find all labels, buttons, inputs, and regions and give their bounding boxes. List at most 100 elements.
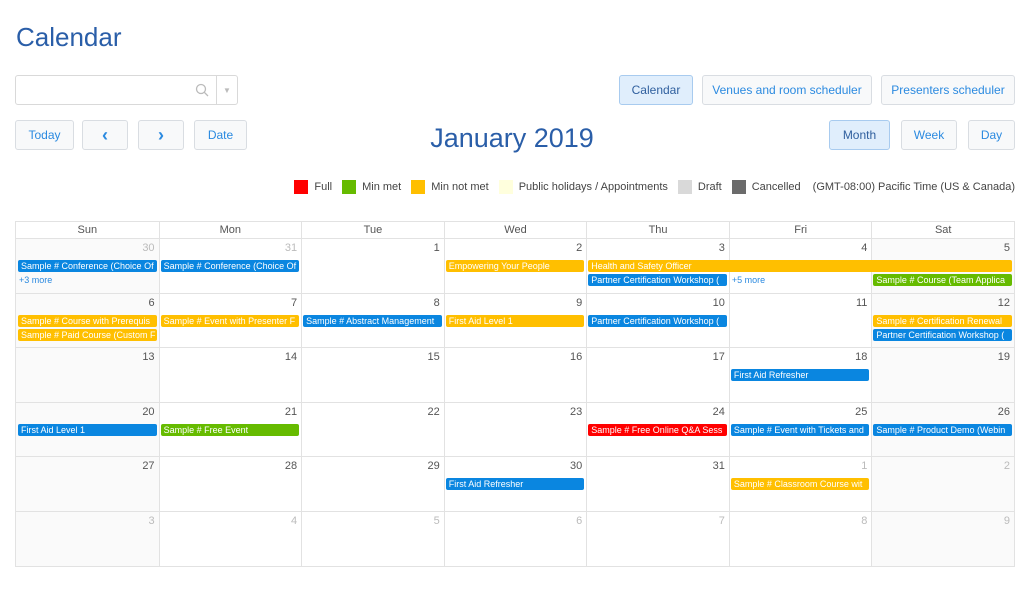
day-number[interactable]: 30 — [142, 242, 154, 254]
day-number[interactable]: 13 — [142, 351, 154, 363]
day-number[interactable]: 4 — [861, 242, 867, 254]
calendar-event[interactable]: Empowering Your People — [445, 260, 585, 272]
day-view-button[interactable]: Day — [968, 120, 1015, 150]
day-number[interactable]: 17 — [713, 351, 725, 363]
day-cell[interactable]: 13 — [16, 348, 159, 402]
day-number[interactable]: 8 — [434, 297, 440, 309]
day-cell[interactable]: 11 — [728, 293, 872, 347]
day-cell[interactable]: 6 — [443, 511, 587, 566]
day-number[interactable]: 20 — [142, 406, 154, 418]
day-number[interactable]: 1 — [861, 460, 867, 472]
day-number[interactable]: 6 — [148, 297, 154, 309]
calendar-event[interactable]: Sample # Classroom Course wit — [730, 478, 870, 490]
calendar-event[interactable]: Sample # Event with Tickets and — [730, 423, 870, 436]
day-cell[interactable]: 19 — [871, 348, 1014, 402]
day-cell[interactable]: 22 — [301, 402, 444, 456]
day-number[interactable]: 12 — [998, 297, 1010, 309]
day-cell[interactable]: 8 — [728, 511, 872, 566]
day-number[interactable]: 31 — [285, 242, 297, 254]
calendar-event[interactable]: Sample # Paid Course (Custom F — [18, 328, 157, 341]
day-number[interactable]: 29 — [427, 460, 439, 472]
calendar-event[interactable]: Sample # Free Online Q&A Sess — [588, 423, 727, 436]
day-number[interactable]: 5 — [434, 515, 440, 527]
date-picker-button[interactable]: Date — [194, 120, 247, 150]
day-number[interactable]: 22 — [427, 406, 439, 418]
day-cell[interactable]: 28 — [158, 457, 302, 511]
calendar-event[interactable]: Sample # Abstract Management — [303, 314, 442, 327]
day-cell[interactable]: 2 — [871, 457, 1014, 511]
day-number[interactable]: 3 — [719, 242, 725, 254]
day-number[interactable]: 7 — [291, 297, 297, 309]
day-number[interactable]: 7 — [719, 515, 725, 527]
calendar-event[interactable]: Sample # Course (Team Applica — [873, 274, 1012, 286]
day-cell[interactable]: 27 — [16, 457, 159, 511]
day-cell[interactable]: 29 — [301, 457, 444, 511]
calendar-event[interactable]: First Aid Refresher — [730, 369, 870, 381]
more-events-link[interactable]: +3 more — [19, 275, 52, 285]
day-number[interactable]: 18 — [855, 351, 867, 363]
day-cell[interactable]: 4 — [158, 511, 302, 566]
next-month-button[interactable]: › — [138, 120, 184, 150]
calendar-event[interactable]: Sample # Free Event — [160, 423, 300, 436]
day-number[interactable]: 23 — [570, 406, 582, 418]
day-number[interactable]: 2 — [576, 242, 582, 254]
search-input[interactable] — [16, 76, 188, 104]
calendar-event[interactable]: Sample # Event with Presenter F — [160, 314, 300, 327]
day-number[interactable]: 3 — [148, 515, 154, 527]
day-cell[interactable]: 9 — [871, 511, 1014, 566]
day-number[interactable]: 5 — [1004, 242, 1010, 254]
day-number[interactable]: 16 — [570, 351, 582, 363]
calendar-event[interactable]: First Aid Refresher — [445, 478, 585, 490]
month-view-button[interactable]: Month — [829, 120, 890, 150]
day-cell[interactable]: 17 — [586, 348, 729, 402]
calendar-event[interactable]: First Aid Level 1 — [18, 423, 157, 436]
calendar-event[interactable]: Sample # Product Demo (Webin — [873, 423, 1012, 436]
calendar-event[interactable]: Sample # Certification Renewal — [873, 314, 1012, 327]
day-cell[interactable]: 31 — [586, 457, 729, 511]
day-number[interactable]: 15 — [427, 351, 439, 363]
search-dropdown-caret-icon[interactable]: ▼ — [216, 76, 237, 104]
today-button[interactable]: Today — [15, 120, 74, 150]
calendar-event[interactable]: Partner Certification Workshop ( — [588, 314, 727, 327]
day-number[interactable]: 1 — [434, 242, 440, 254]
calendar-event[interactable]: Sample # Course with Prerequis — [18, 314, 157, 327]
day-cell[interactable]: 3 — [16, 511, 159, 566]
venues-scheduler-button[interactable]: Venues and room scheduler — [702, 75, 872, 105]
day-number[interactable]: 9 — [1004, 515, 1010, 527]
day-cell[interactable]: 15 — [301, 348, 444, 402]
day-cell[interactable]: 23 — [443, 402, 587, 456]
day-number[interactable]: 28 — [285, 460, 297, 472]
day-number[interactable]: 10 — [713, 297, 725, 309]
day-number[interactable]: 21 — [285, 406, 297, 418]
day-number[interactable]: 14 — [285, 351, 297, 363]
calendar-event[interactable]: Health and Safety Officer — [588, 260, 1012, 272]
more-events-link[interactable]: +5 more — [732, 275, 765, 285]
calendar-event[interactable]: Sample # Conference (Choice Of — [160, 260, 300, 272]
search-icon[interactable] — [188, 76, 216, 104]
day-number[interactable]: 27 — [142, 460, 154, 472]
day-number[interactable]: 31 — [713, 460, 725, 472]
calendar-event[interactable]: Sample # Conference (Choice Of — [18, 260, 157, 272]
day-cell[interactable]: 7 — [586, 511, 729, 566]
day-number[interactable]: 2 — [1004, 460, 1010, 472]
day-cell[interactable]: 16 — [443, 348, 587, 402]
calendar-event[interactable]: First Aid Level 1 — [445, 314, 585, 327]
calendar-event[interactable]: Partner Certification Workshop ( — [873, 328, 1012, 341]
day-number[interactable]: 4 — [291, 515, 297, 527]
calendar-view-button[interactable]: Calendar — [619, 75, 693, 105]
day-cell[interactable]: 14 — [158, 348, 302, 402]
day-number[interactable]: 6 — [576, 515, 582, 527]
day-number[interactable]: 8 — [861, 515, 867, 527]
day-number[interactable]: 19 — [998, 351, 1010, 363]
day-cell[interactable]: 1 — [301, 239, 444, 293]
calendar-event[interactable]: Partner Certification Workshop ( — [588, 274, 727, 286]
day-number[interactable]: 11 — [856, 297, 867, 309]
day-number[interactable]: 9 — [576, 297, 582, 309]
day-number[interactable]: 25 — [855, 406, 867, 418]
day-number[interactable]: 30 — [570, 460, 582, 472]
presenters-scheduler-button[interactable]: Presenters scheduler — [881, 75, 1015, 105]
week-view-button[interactable]: Week — [901, 120, 957, 150]
day-number[interactable]: 24 — [713, 406, 725, 418]
day-number[interactable]: 26 — [998, 406, 1010, 418]
prev-month-button[interactable]: ‹ — [82, 120, 128, 150]
